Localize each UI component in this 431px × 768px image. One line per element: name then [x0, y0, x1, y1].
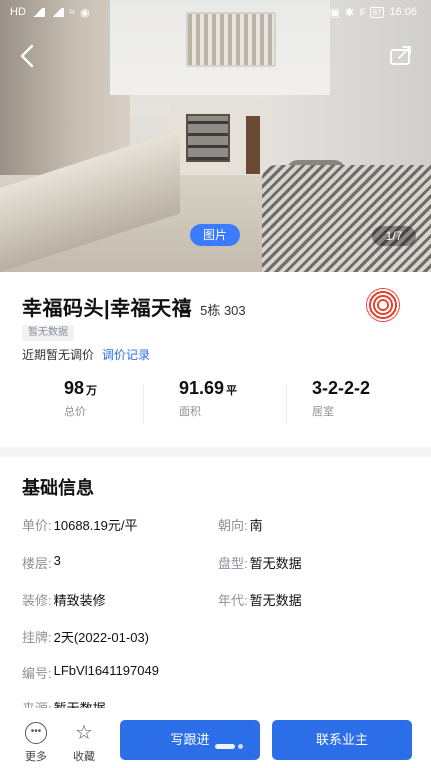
info-decoration: 装修: 精致装修	[22, 590, 106, 609]
favorite-label: 收藏	[73, 751, 95, 763]
photo-counter: 1/7	[372, 226, 416, 246]
price-note: 近期暂无调价 调价记录	[22, 346, 150, 363]
stat-value: 98	[64, 378, 85, 398]
info-value: 暂无数据	[249, 556, 302, 571]
info-label: 挂牌:	[22, 630, 52, 645]
bottom-action-bar: ••• 更多 ☆ 收藏 写跟进 联系业主	[0, 708, 431, 768]
photo-sofa	[262, 165, 431, 272]
photo-window	[186, 114, 230, 162]
stat-value: 3-2-2-2	[312, 378, 371, 398]
info-listed: 挂牌: 2天(2022-01-03)	[22, 627, 149, 646]
info-label: 盘型:	[218, 556, 248, 571]
photo-door	[246, 116, 260, 174]
info-orientation: 朝向: 南	[218, 515, 263, 534]
info-floor: 楼层: 3	[22, 553, 61, 572]
stat-label: 居室	[312, 406, 334, 418]
nfc-icon: ▣	[329, 6, 340, 19]
stat-unit: 万	[86, 385, 98, 397]
status-right: ▣ ✱ ♯ 87 16:06	[329, 6, 417, 19]
listing-photo[interactable]: HD ≈ ◉ ▣ ✱ ♯ 87 16:06 图片 1/7	[0, 0, 431, 272]
more-label: 更多	[25, 751, 47, 763]
stat-label: 总价	[64, 406, 86, 418]
stat-rooms: 3-2-2-2 居室	[286, 378, 429, 434]
eye-icon: ◉	[79, 6, 90, 19]
info-value: 南	[249, 518, 263, 533]
stat-value: 91.69	[179, 378, 225, 398]
fingerprint-icon[interactable]	[366, 288, 400, 322]
info-label: 楼层:	[22, 556, 52, 571]
stat-label: 面积	[179, 406, 201, 418]
info-unit-price: 单价: 10688.19元/平	[22, 515, 137, 534]
status-bar: HD ≈ ◉ ▣ ✱ ♯ 87 16:06	[0, 0, 431, 24]
info-label: 单价:	[22, 518, 52, 533]
price-history-link[interactable]: 调价记录	[102, 346, 150, 363]
info-label: 装修:	[22, 593, 52, 608]
info-value: 2天(2022-01-03)	[53, 630, 150, 645]
stats-row: 98 万 总价 91.69 平 面积 3-2-2-2 居室	[0, 378, 431, 434]
stat-total-price: 98 万 总价	[0, 378, 143, 434]
listing-title: 幸福码头|幸福天禧	[22, 298, 193, 320]
bluetooth-icon: ✱	[344, 6, 355, 19]
page-indicator	[215, 744, 243, 749]
clock: 16:06	[389, 6, 417, 18]
info-layout: 盘型: 暂无数据	[218, 553, 302, 572]
info-year: 年代: 暂无数据	[218, 590, 302, 609]
info-value: 暂无数据	[249, 593, 302, 608]
status-left: HD ≈ ◉	[10, 6, 90, 19]
info-value: 精致装修	[53, 593, 106, 608]
hd-indicator: HD	[10, 6, 26, 18]
follow-up-button[interactable]: 写跟进	[120, 720, 260, 760]
stat-unit: 平	[226, 385, 238, 397]
section-title: 基础信息	[22, 478, 94, 498]
contact-owner-button[interactable]: 联系业主	[272, 720, 412, 760]
info-label: 朝向:	[218, 518, 248, 533]
favorite-button[interactable]: ☆ 收藏	[64, 722, 104, 764]
info-label: 编号:	[22, 666, 52, 681]
stat-area: 91.69 平 面积	[143, 378, 286, 434]
star-icon: ☆	[75, 722, 93, 744]
back-icon[interactable]	[16, 42, 40, 70]
info-label: 年代:	[218, 593, 248, 608]
page-dot	[238, 744, 243, 749]
more-icon: •••	[25, 722, 47, 744]
price-note-text: 近期暂无调价	[22, 348, 95, 362]
battery-icon: 87	[369, 6, 385, 18]
photo-tab[interactable]: 图片	[190, 224, 240, 246]
info-value: 10688.19元/平	[53, 518, 138, 533]
page-dot	[215, 744, 235, 749]
signal-icon	[49, 7, 64, 17]
share-icon[interactable]	[389, 44, 413, 66]
info-value: 3	[53, 553, 61, 568]
info-value: LFbVl1641197049	[53, 663, 159, 678]
more-button[interactable]: ••• 更多	[16, 722, 56, 764]
wifi-icon: ≈	[68, 6, 75, 18]
signal-icon	[30, 7, 45, 17]
status-badge: 暂无数据	[22, 325, 74, 341]
listing-unit: 5栋 303	[200, 303, 246, 318]
section-divider	[0, 447, 431, 457]
listing-header: 幸福码头|幸福天禧 5栋 303	[22, 292, 246, 321]
mute-icon: ♯	[359, 6, 365, 18]
info-code: 编号: LFbVl1641197049	[22, 663, 159, 682]
